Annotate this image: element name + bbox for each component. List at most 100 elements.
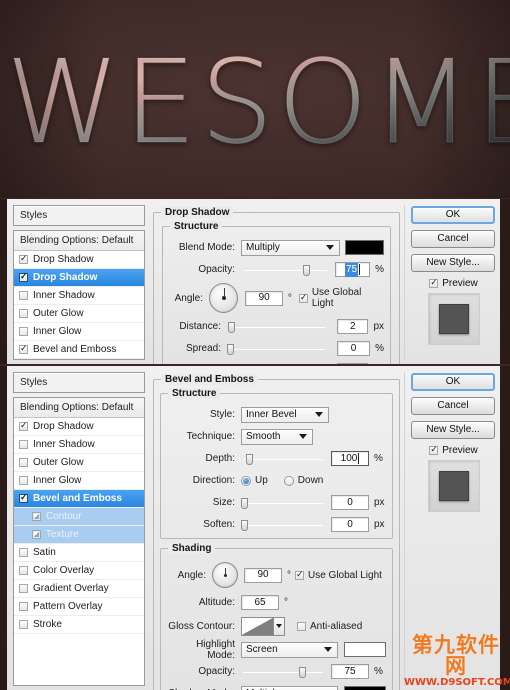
distance-slider[interactable] (227, 319, 327, 335)
preview-checkbox[interactable]: Preview (411, 445, 496, 456)
shadow-color-swatch[interactable] (344, 686, 386, 690)
highlight-opacity-slider[interactable] (241, 664, 325, 680)
checkbox-icon[interactable] (297, 622, 306, 631)
blend-mode-color-swatch[interactable] (345, 240, 384, 255)
blend-mode-select[interactable]: Multiply (241, 240, 340, 256)
radio-icon[interactable] (241, 476, 251, 486)
checkbox-icon[interactable] (19, 584, 28, 593)
style-item-contour[interactable]: Contour (14, 359, 144, 360)
shading-angle-dial[interactable] (212, 562, 238, 588)
opacity-value: 75 (345, 263, 358, 277)
ok-button[interactable]: OK (411, 206, 495, 224)
styles-list: Blending Options: Default Drop Shadow Dr… (13, 230, 145, 360)
checkbox-icon[interactable] (19, 440, 28, 449)
blending-options-row[interactable]: Blending Options: Default (14, 231, 144, 251)
watermark-chinese: 第九软件网 (404, 635, 508, 677)
gloss-contour-picker[interactable] (241, 617, 285, 636)
opacity-label: Opacity: (169, 264, 241, 275)
spread-slider[interactable] (227, 341, 327, 357)
size-slider[interactable] (227, 363, 327, 365)
depth-slider[interactable] (241, 451, 325, 467)
checkbox-icon[interactable] (19, 345, 28, 354)
bevel-style-select[interactable]: Inner Bevel (241, 407, 329, 423)
chevron-down-icon (324, 647, 332, 652)
shadow-mode-select[interactable]: Multiply (241, 686, 338, 690)
checkbox-icon[interactable] (19, 422, 28, 431)
angle-input[interactable]: 90 (245, 291, 282, 306)
checkbox-icon[interactable] (299, 294, 308, 303)
style-item-texture[interactable]: Texture (14, 526, 144, 544)
style-item-drop-shadow[interactable]: Drop Shadow (14, 418, 144, 436)
highlight-color-swatch[interactable] (344, 642, 386, 657)
style-item-bevel-and-emboss[interactable]: Bevel and Emboss (14, 490, 144, 508)
angle-dial[interactable] (209, 283, 238, 313)
use-global-light-checkbox[interactable]: Use Global Light (299, 287, 384, 309)
shading-angle-input[interactable]: 90 (244, 568, 282, 583)
radio-icon[interactable] (284, 476, 294, 486)
spread-input[interactable]: 0 (337, 341, 370, 356)
size-input[interactable]: 8 (337, 363, 368, 364)
bevel-use-global-light-checkbox[interactable]: Use Global Light (295, 570, 382, 581)
checkbox-icon[interactable] (19, 602, 28, 611)
size-input[interactable]: 0 (331, 495, 369, 510)
cancel-button[interactable]: Cancel (411, 230, 495, 248)
checkbox-icon[interactable] (19, 273, 28, 282)
style-item-inner-glow[interactable]: Inner Glow (14, 323, 144, 341)
checkbox-icon[interactable] (19, 309, 28, 318)
checkbox-icon[interactable] (19, 476, 28, 485)
style-item-label: Texture (46, 529, 79, 540)
size-slider[interactable] (241, 495, 325, 511)
anti-aliased-checkbox[interactable]: Anti-aliased (297, 621, 362, 632)
soften-slider[interactable] (241, 517, 325, 533)
style-item-label: Stroke (33, 619, 62, 630)
blending-options-row[interactable]: Blending Options: Default (14, 398, 144, 418)
checkbox-icon[interactable] (19, 458, 28, 467)
style-item-inner-shadow[interactable]: Inner Shadow (14, 436, 144, 454)
new-style-button[interactable]: New Style... (411, 254, 495, 272)
opacity-slider[interactable] (241, 262, 329, 278)
style-item-inner-shadow[interactable]: Inner Shadow (14, 287, 144, 305)
style-item-color-overlay[interactable]: Color Overlay (14, 562, 144, 580)
soften-input[interactable]: 0 (331, 517, 369, 532)
style-item-bevel-and-emboss[interactable]: Bevel and Emboss (14, 341, 144, 359)
style-item-gradient-overlay[interactable]: Gradient Overlay (14, 580, 144, 598)
checkbox-icon[interactable] (429, 446, 438, 455)
altitude-input[interactable]: 65 (241, 595, 279, 610)
direction-down-radio[interactable]: Down (284, 475, 324, 486)
style-item-contour[interactable]: Contour (14, 508, 144, 526)
highlight-mode-select[interactable]: Screen (241, 642, 338, 658)
checkbox-icon[interactable] (19, 620, 28, 629)
checkbox-icon[interactable] (19, 494, 28, 503)
style-item-outer-glow[interactable]: Outer Glow (14, 454, 144, 472)
altitude-label: Altitude: (167, 597, 241, 608)
style-item-inner-glow[interactable]: Inner Glow (14, 472, 144, 490)
ok-button[interactable]: OK (411, 373, 495, 391)
technique-select[interactable]: Smooth (241, 429, 313, 445)
style-item-label: Bevel and Emboss (33, 493, 122, 504)
checkbox-icon[interactable] (19, 566, 28, 575)
checkbox-icon[interactable] (429, 279, 438, 288)
style-item-inner-shadow[interactable]: Drop Shadow (14, 269, 144, 287)
checkbox-icon[interactable] (19, 548, 28, 557)
new-style-button[interactable]: New Style... (411, 421, 495, 439)
style-item-label: Inner Glow (33, 475, 81, 486)
depth-input[interactable]: 100 (331, 451, 369, 466)
checkbox-icon[interactable] (295, 571, 304, 580)
style-item-drop-shadow[interactable]: Drop Shadow (14, 251, 144, 269)
checkbox-icon[interactable] (19, 255, 28, 264)
cancel-button[interactable]: Cancel (411, 397, 495, 415)
style-item-stroke[interactable]: Stroke (14, 616, 144, 634)
direction-up-radio[interactable]: Up (241, 475, 268, 486)
altitude-value: 65 (254, 596, 265, 610)
chevron-down-icon[interactable] (274, 617, 285, 636)
preview-checkbox[interactable]: Preview (411, 278, 496, 289)
style-item-satin[interactable]: Satin (14, 544, 144, 562)
distance-label: Distance: (169, 321, 227, 332)
highlight-opacity-input[interactable]: 75 (331, 664, 369, 679)
opacity-input[interactable]: 75 (335, 262, 370, 277)
checkbox-icon[interactable] (19, 327, 28, 336)
style-item-pattern-overlay[interactable]: Pattern Overlay (14, 598, 144, 616)
style-item-outer-glow[interactable]: Outer Glow (14, 305, 144, 323)
distance-input[interactable]: 2 (337, 319, 368, 334)
checkbox-icon[interactable] (19, 291, 28, 300)
